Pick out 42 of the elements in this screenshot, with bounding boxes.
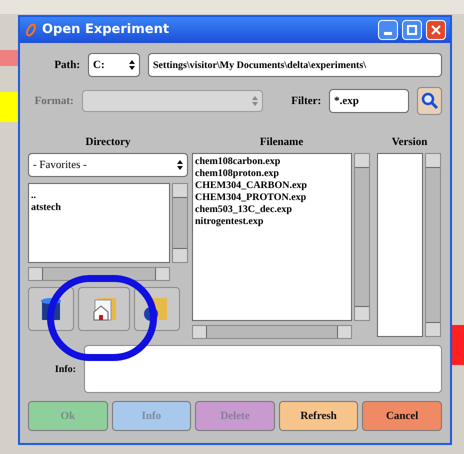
window-title: Open Experiment (42, 21, 170, 40)
spinner-icon (129, 60, 135, 70)
close-icon (431, 25, 441, 35)
home-button[interactable] (78, 287, 130, 331)
maximize-button[interactable] (402, 20, 422, 40)
spinner-icon (252, 96, 258, 106)
filter-field[interactable]: *.exp (329, 89, 410, 113)
file-item[interactable]: CHEM304_PROTON.exp (195, 192, 349, 204)
maximize-icon (407, 25, 417, 35)
dialog-button[interactable]: Cancel (362, 401, 442, 431)
horizontal-scrollbar[interactable] (192, 325, 352, 339)
column-header: Filename (258, 135, 304, 149)
field-label: Info: (54, 362, 76, 376)
vertical-scrollbar[interactable] (172, 183, 188, 263)
search-icon (420, 92, 439, 110)
file-item[interactable]: CHEM304_CARBON.exp (195, 180, 349, 192)
app-icon (24, 23, 38, 37)
column-header: Directory (84, 135, 132, 149)
field-label: Filter: (291, 94, 322, 109)
minimize-icon (384, 32, 392, 34)
field-label: Format: (34, 94, 74, 109)
background-panel (452, 325, 464, 365)
close-button[interactable] (426, 20, 446, 40)
favorites-dropdown[interactable]: - Favorites - (28, 153, 188, 177)
file-item[interactable]: chem503_13C_dec.exp (195, 204, 349, 216)
file-item[interactable]: nitrogentest.exp (195, 216, 349, 228)
background-panel (0, 50, 18, 66)
vertical-scrollbar[interactable] (354, 153, 370, 321)
background-panel (0, 92, 18, 122)
directory-item[interactable]: .. (31, 190, 167, 202)
vertical-scrollbar[interactable] (425, 153, 442, 337)
dialog-button[interactable]: Refresh (278, 401, 358, 431)
directory-item[interactable]: atstech (31, 202, 167, 214)
column-header: Version (390, 135, 428, 149)
drive-dropdown[interactable]: C: (88, 53, 140, 77)
path-field[interactable]: Settings\visitor\My Documents\delta\experiments\ (148, 53, 442, 77)
search-button[interactable] (417, 87, 442, 115)
minimize-button[interactable] (378, 20, 398, 40)
field-label: Path: (53, 58, 80, 73)
spinner-icon (177, 160, 183, 170)
file-item[interactable]: chem108proton.exp (195, 168, 349, 180)
file-item[interactable]: chem108carbon.exp (195, 156, 349, 168)
